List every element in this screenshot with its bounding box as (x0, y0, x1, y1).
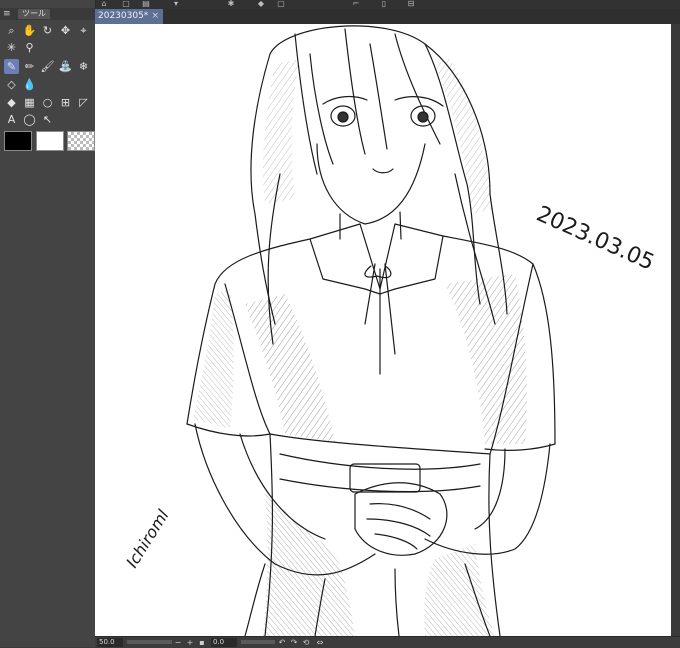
pencil-tool[interactable]: ✏ (22, 59, 37, 74)
balloon-tool[interactable]: ◯ (22, 112, 37, 127)
snap-icon[interactable]: ▯ (378, 0, 390, 9)
ruler-icon[interactable]: ⌐ (350, 0, 362, 9)
gradient-tool[interactable]: ▦ (22, 95, 37, 110)
tab-tools[interactable]: ツール (18, 9, 50, 19)
operation-tool[interactable]: ⌖ (76, 23, 91, 38)
document-tab-bar: 20230305* × (95, 9, 680, 24)
angle-field[interactable]: 0.0 (211, 638, 237, 647)
blend-tool[interactable]: 💧 (22, 77, 37, 92)
flip-icon[interactable]: ⇔ (315, 637, 325, 648)
menu-icon[interactable]: ≡ (3, 8, 11, 20)
move-tool[interactable]: ✥ (58, 23, 73, 38)
text-tool[interactable]: A (4, 112, 19, 127)
pen-tool[interactable]: ✎ (4, 59, 19, 74)
snap-ruler-icon[interactable]: ⊟ (405, 0, 417, 9)
transform-icon[interactable]: ▢ (275, 0, 287, 9)
ruler-tool[interactable]: ◸ (76, 95, 91, 110)
correct-line-tool[interactable]: ↖ (40, 112, 55, 127)
date-text: 2023.03.05 (533, 202, 658, 276)
fill-tool[interactable]: ◆ (4, 95, 19, 110)
vertical-scrollbar[interactable] (671, 24, 680, 636)
eyedropper-tool[interactable]: ⚲ (22, 40, 37, 55)
zoom-fit-icon[interactable]: ▪ (197, 637, 207, 648)
rotate-right-button[interactable]: ↷ (289, 637, 299, 648)
save-icon[interactable]: ▾ (170, 0, 182, 9)
open-file-icon[interactable]: ▤ (140, 0, 152, 9)
zoom-field[interactable]: 50.0 (97, 638, 123, 647)
transparent-color-swatch[interactable] (67, 131, 95, 151)
rotate-left-button[interactable]: ↶ (277, 637, 287, 648)
document-tab[interactable]: 20230305* × (95, 9, 163, 24)
undo-icon[interactable]: ✱ (225, 0, 237, 9)
main-color-swatch[interactable] (4, 131, 32, 151)
brush-tool[interactable]: 🖌 (40, 59, 55, 74)
zoom-in-button[interactable]: + (185, 637, 195, 648)
clear-icon[interactable]: ◆ (255, 0, 267, 9)
reset-view-button[interactable]: ⟲ (301, 637, 311, 648)
document-tab-title: 20230305* (98, 11, 149, 21)
eraser-tool[interactable]: ◇ (4, 77, 19, 92)
drawing-canvas[interactable]: 2023.03.05 Ichiroml (95, 24, 671, 636)
new-file-icon[interactable]: ▢ (120, 0, 132, 9)
signature-text: Ichiroml (122, 506, 173, 571)
hand-tool[interactable]: ✋ (22, 23, 37, 38)
tool-palette-header: ≡ ツール (0, 8, 95, 20)
sub-color-swatch[interactable] (36, 131, 64, 151)
auto-select-tool[interactable]: ✳ (4, 40, 19, 55)
zoom-tool[interactable]: ⌕ (4, 23, 19, 38)
airbrush-tool[interactable]: ⛲ (58, 59, 73, 74)
tool-palette: ≡ ツール ⌕ ✋ ↻ ✥ ⌖ ✳ ⚲ ✎ ✏ 🖌 ⛲ ❄ ◇ 💧 ◆ ▦ ○ ⊞ ◸ A ◯ ↖ (0, 0, 96, 647)
navigator-bar: 50.0 − + ▪ 0.0 ↶ ↷ ⟲ ⇔ (95, 636, 680, 648)
zoom-out-button[interactable]: − (173, 637, 183, 648)
sketch-artwork: 2023.03.05 Ichiroml (122, 25, 658, 636)
figure-tool[interactable]: ○ (40, 95, 55, 110)
rotate-tool[interactable]: ↻ (40, 23, 55, 38)
home-icon[interactable]: ⌂ (98, 0, 110, 9)
close-icon[interactable]: × (151, 9, 159, 24)
frame-tool[interactable]: ⊞ (58, 95, 73, 110)
decoration-tool[interactable]: ❄ (76, 59, 91, 74)
rotate-slider[interactable] (241, 640, 275, 644)
zoom-slider[interactable] (127, 640, 172, 644)
